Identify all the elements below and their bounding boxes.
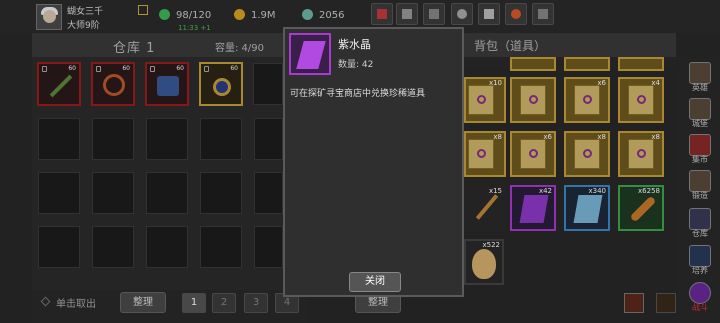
item-description: 可在探矿寻宝商店中兑换珍稀道具 bbox=[290, 89, 426, 99]
amethyst-icon-frame bbox=[289, 33, 331, 75]
item-detail-popup: 紫水晶 数量: 42 可在探矿寻宝商店中兑换珍稀道具 关闭 bbox=[283, 27, 464, 297]
item-quantity: 数量: 42 bbox=[338, 60, 374, 70]
close-button[interactable]: 关闭 bbox=[349, 272, 401, 292]
amethyst-icon bbox=[296, 41, 326, 69]
item-name: 紫水晶 bbox=[338, 38, 371, 51]
game-screen: 蝴女三千 大师9阶 98/120 11:33 +1 1.9M 2056 仓库 1… bbox=[0, 0, 720, 323]
